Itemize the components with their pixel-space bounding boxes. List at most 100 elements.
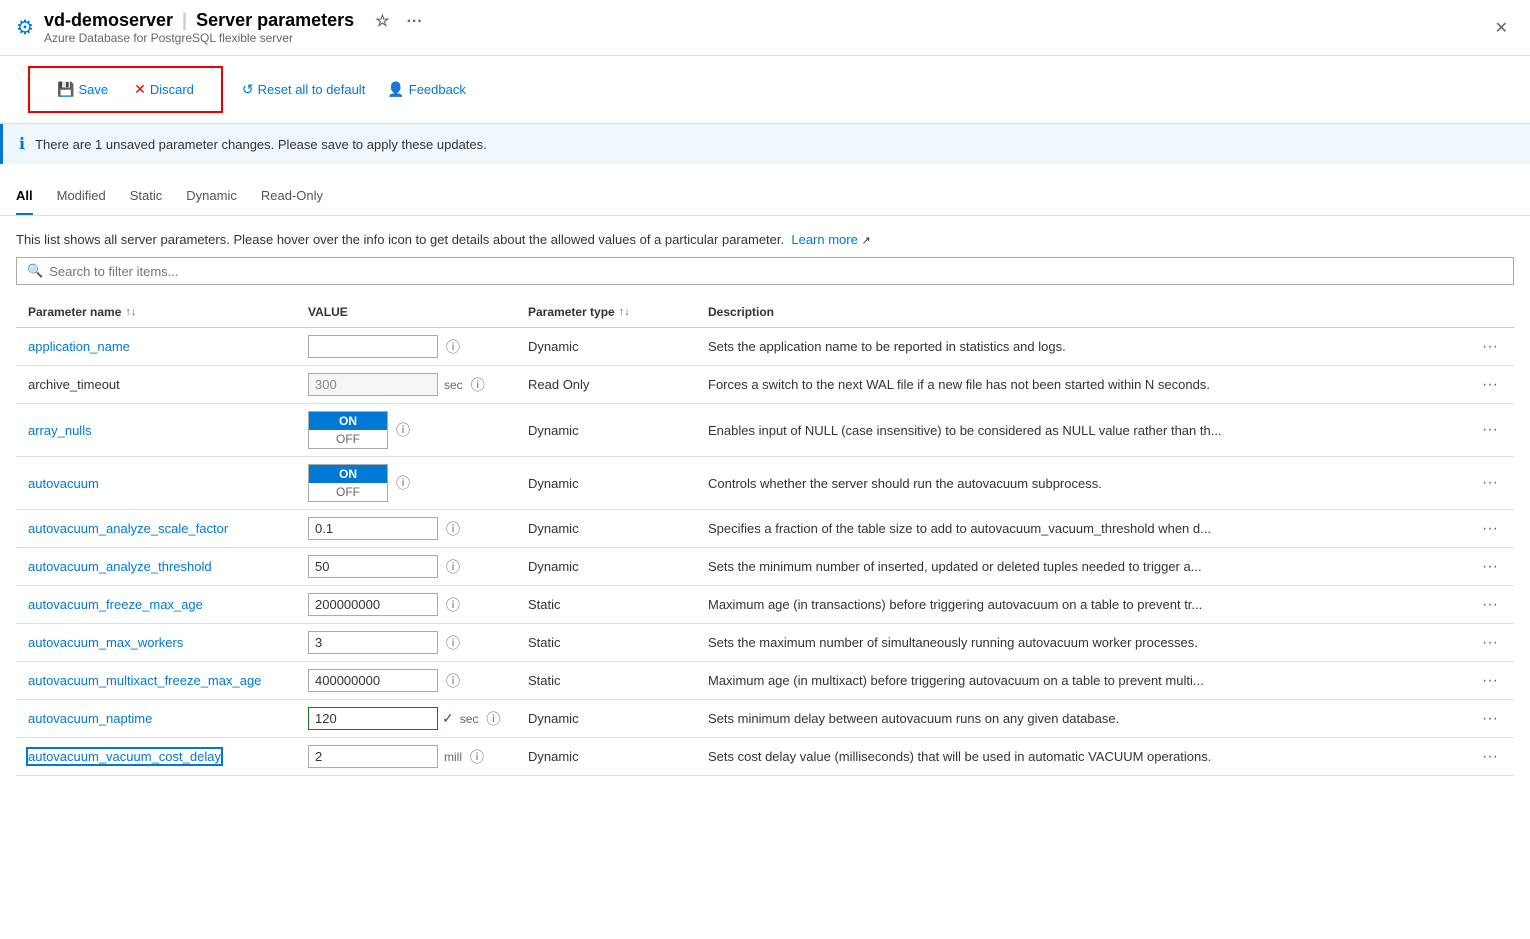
row-menu-icon[interactable]: ··· (1478, 336, 1502, 357)
feedback-button[interactable]: 👤 Feedback (376, 76, 477, 103)
unit-text: sec (460, 712, 479, 726)
description-cell: Enables input of NULL (case insensitive)… (696, 404, 1466, 457)
table-row: autovacuum_vacuum_cost_delaymillⓘDynamic… (16, 738, 1514, 776)
info-circle-icon[interactable]: ⓘ (470, 747, 484, 767)
param-name-link[interactable]: autovacuum (28, 476, 99, 491)
value-input-autovacuum_max_workers[interactable] (308, 631, 438, 654)
param-name-link[interactable]: autovacuum_max_workers (28, 635, 183, 650)
info-circle-icon[interactable]: ⓘ (446, 633, 460, 653)
param-name-link[interactable]: autovacuum_naptime (28, 711, 152, 726)
row-menu-icon[interactable]: ··· (1478, 518, 1502, 539)
param-name-cell: autovacuum_analyze_scale_factor (16, 510, 296, 548)
param-type-cell: Dynamic (516, 457, 696, 510)
discard-button[interactable]: ✕ Discard (123, 76, 205, 103)
feedback-icon: 👤 (387, 81, 404, 98)
star-icon[interactable]: ☆ (369, 11, 395, 32)
info-circle-icon[interactable]: ⓘ (471, 375, 485, 395)
tab-all[interactable]: All (16, 180, 33, 215)
value-input-autovacuum_multixact_freeze_max_age[interactable] (308, 669, 438, 692)
param-name-link[interactable]: autovacuum_analyze_scale_factor (28, 521, 228, 536)
description-cell: Sets the minimum number of inserted, upd… (696, 548, 1466, 586)
param-type-cell: Static (516, 586, 696, 624)
param-name-link[interactable]: application_name (28, 339, 130, 354)
parameters-table: Parameter name ↑↓ VALUE Parameter type ↑… (16, 297, 1514, 776)
info-circle-icon[interactable]: ⓘ (486, 709, 500, 729)
sort-param-type-icon[interactable]: ↑↓ (619, 306, 630, 318)
more-options-icon[interactable]: ··· (401, 11, 429, 32)
value-input-autovacuum_analyze_scale_factor[interactable] (308, 517, 438, 540)
description-cell: Sets the application name to be reported… (696, 328, 1466, 366)
row-menu-icon[interactable]: ··· (1478, 419, 1502, 440)
param-name-cell: autovacuum (16, 457, 296, 510)
info-circle-icon[interactable]: ⓘ (446, 595, 460, 615)
table-row: autovacuum_multixact_freeze_max_age ⓘ Stat… (16, 662, 1514, 700)
param-name-cell: autovacuum_max_workers (16, 624, 296, 662)
reset-button[interactable]: ↺ Reset all to default (231, 76, 376, 103)
toggle-off-label: OFF (309, 483, 387, 501)
tab-static[interactable]: Static (130, 180, 163, 215)
description-cell: Sets the maximum number of simultaneousl… (696, 624, 1466, 662)
actions-cell: ··· (1466, 662, 1514, 700)
val-wrap: ⓘ (308, 669, 504, 692)
info-circle-icon[interactable]: ⓘ (396, 473, 410, 493)
param-type-cell: Read Only (516, 366, 696, 404)
description-text: This list shows all server parameters. P… (16, 232, 784, 247)
actions-cell: ··· (1466, 624, 1514, 662)
param-name-link[interactable]: autovacuum_multixact_freeze_max_age (28, 673, 261, 688)
value-input-autovacuum_freeze_max_age[interactable] (308, 593, 438, 616)
search-input[interactable] (49, 264, 1503, 279)
info-circle-icon[interactable]: ⓘ (396, 420, 410, 440)
value-input-autovacuum_vacuum_cost_delay[interactable] (308, 745, 438, 768)
description-cell: Controls whether the server should run t… (696, 457, 1466, 510)
col-value: VALUE (296, 297, 516, 328)
value-input-autovacuum_analyze_threshold[interactable] (308, 555, 438, 578)
param-name-cell: archive_timeout (16, 366, 296, 404)
tab-dynamic[interactable]: Dynamic (186, 180, 237, 215)
row-menu-icon[interactable]: ··· (1478, 472, 1502, 493)
row-menu-icon[interactable]: ··· (1478, 708, 1502, 729)
row-menu-icon[interactable]: ··· (1478, 746, 1502, 767)
toggle-on-label: ON (309, 412, 387, 430)
save-button[interactable]: 💾 Save (46, 76, 119, 103)
param-name-link[interactable]: autovacuum_vacuum_cost_delay (28, 749, 221, 764)
close-icon[interactable]: ✕ (1489, 16, 1514, 40)
value-input-autovacuum_naptime[interactable] (308, 707, 438, 730)
title-text: vd-demoserver | Server parameters ☆ ··· … (44, 10, 429, 45)
param-value-cell: millⓘ (296, 738, 516, 776)
info-circle-icon[interactable]: ⓘ (446, 337, 460, 357)
table-row: autovacuum_max_workersⓘStaticSets the ma… (16, 624, 1514, 662)
info-circle-icon[interactable]: ⓘ (446, 671, 460, 691)
search-bar: 🔍 (0, 257, 1530, 297)
row-menu-icon[interactable]: ··· (1478, 670, 1502, 691)
toggle-autovacuum[interactable]: ONOFF (308, 464, 388, 502)
toggle-off-label: OFF (309, 430, 387, 448)
table-row: autovacuum ONOFF ⓘ DynamicControls whether … (16, 457, 1514, 510)
param-type-cell: Static (516, 662, 696, 700)
info-circle-icon[interactable]: ⓘ (446, 557, 460, 577)
value-input-application_name[interactable] (308, 335, 438, 358)
param-name-link[interactable]: autovacuum_freeze_max_age (28, 597, 203, 612)
param-name-link[interactable]: autovacuum_analyze_threshold (28, 559, 212, 574)
param-value-cell: ONOFF ⓘ (296, 404, 516, 457)
row-menu-icon[interactable]: ··· (1478, 374, 1502, 395)
info-icon: ℹ (19, 134, 25, 154)
sort-param-name-icon[interactable]: ↑↓ (125, 306, 136, 318)
table-row: autovacuum_freeze_max_age ⓘ StaticMaximum … (16, 586, 1514, 624)
row-menu-icon[interactable]: ··· (1478, 594, 1502, 615)
info-circle-icon[interactable]: ⓘ (446, 519, 460, 539)
tab-readonly[interactable]: Read-Only (261, 180, 323, 215)
tab-modified[interactable]: Modified (57, 180, 106, 215)
table-row: autovacuum_analyze_scale_factorⓘDynamicS… (16, 510, 1514, 548)
learn-more-link[interactable]: Learn more (791, 232, 857, 247)
description-cell: Maximum age (in transactions) before tri… (696, 586, 1466, 624)
row-menu-icon[interactable]: ··· (1478, 556, 1502, 577)
row-menu-icon[interactable]: ··· (1478, 632, 1502, 653)
param-name-link[interactable]: array_nulls (28, 423, 92, 438)
param-value-cell: ⓘ (296, 510, 516, 548)
param-name-cell: autovacuum_multixact_freeze_max_age (16, 662, 296, 700)
toggle-array_nulls[interactable]: ONOFF (308, 411, 388, 449)
value-input-archive_timeout (308, 373, 438, 396)
server-name: vd-demoserver (44, 10, 173, 30)
col-param-name: Parameter name ↑↓ (16, 297, 296, 328)
description-cell: Maximum age (in multixact) before trigge… (696, 662, 1466, 700)
